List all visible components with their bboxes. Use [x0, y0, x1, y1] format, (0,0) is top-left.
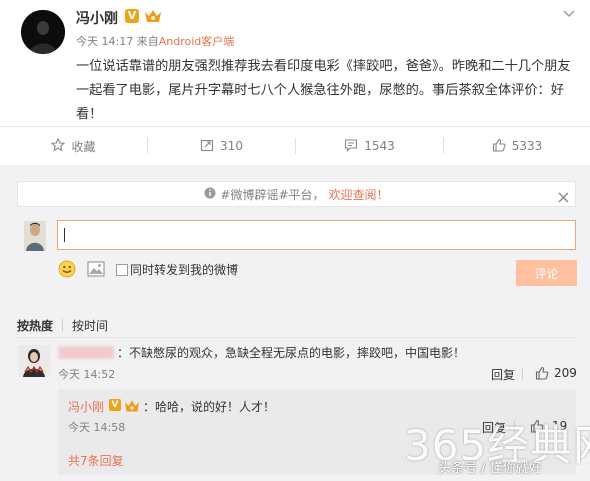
- comment-count: 1543: [364, 139, 395, 153]
- commenter-name-blurred[interactable]: [58, 346, 114, 359]
- post-meta: 今天 14:17 来自Android客户端: [76, 33, 234, 49]
- repost-count: 310: [220, 139, 243, 153]
- repost-button[interactable]: 310: [148, 127, 295, 165]
- sort-by-hot[interactable]: 按热度: [17, 317, 53, 334]
- like-button[interactable]: 5333: [444, 127, 590, 165]
- divider: [17, 337, 576, 338]
- verified-badge: V: [109, 399, 121, 411]
- vip-crown-icon: [144, 8, 162, 24]
- verified-badge: V: [125, 9, 139, 23]
- text-cursor: [64, 228, 65, 242]
- watermark-account: 头条号 / 懂你就好: [438, 461, 542, 476]
- comment-like-count: 209: [554, 366, 577, 380]
- star-icon: [51, 137, 66, 155]
- author-avatar[interactable]: [21, 10, 65, 54]
- comment-input[interactable]: [57, 220, 576, 250]
- reply-text: ：哈哈，说的好！人才！: [143, 400, 276, 414]
- author-name[interactable]: 冯小刚: [76, 8, 118, 28]
- chevron-down-icon[interactable]: [563, 4, 575, 17]
- divider: [62, 319, 63, 331]
- info-icon: [204, 187, 216, 202]
- more-replies-link[interactable]: 共7条回复: [68, 452, 124, 469]
- notice-link[interactable]: 欢迎查阅！: [329, 186, 389, 203]
- comment-icon: [344, 138, 358, 155]
- close-icon[interactable]: [558, 188, 569, 203]
- post-from: 来自: [136, 35, 159, 48]
- comment-time: 今天 14:52: [58, 368, 116, 381]
- favorite-button[interactable]: 收藏: [0, 127, 147, 165]
- repost-icon: [200, 138, 214, 155]
- reply-author[interactable]: 冯小刚: [68, 398, 104, 415]
- post-text: 一位说话靠谱的朋友强烈推荐我去看印度电彩《摔跤吧，爸爸》。昨晚和二十几个朋友一起…: [76, 59, 571, 122]
- action-bar: 收藏 310 1543 5333: [0, 126, 590, 166]
- thumbs-up-icon[interactable]: [535, 365, 549, 380]
- commenter-avatar[interactable]: [18, 345, 50, 377]
- notice-bar: #微博辟谣#平台， 欢迎查阅！: [17, 181, 576, 207]
- repost-checkbox[interactable]: [116, 264, 128, 276]
- vip-crown-icon: [124, 398, 140, 412]
- my-avatar[interactable]: [24, 221, 46, 251]
- reply-time: 今天 14:58: [68, 421, 126, 434]
- image-icon[interactable]: [87, 261, 105, 277]
- divider: [522, 368, 523, 380]
- post-time[interactable]: 今天 14:17: [76, 35, 133, 48]
- comment-reply-button[interactable]: 回复: [491, 366, 515, 383]
- like-count: 5333: [511, 139, 543, 153]
- repost-option-label[interactable]: 同时转发到我的微博: [130, 261, 238, 278]
- comment-button[interactable]: 1543: [296, 127, 443, 165]
- sort-by-time[interactable]: 按时间: [72, 317, 108, 334]
- comment-caret: [351, 157, 367, 173]
- post-source[interactable]: Android客户端: [159, 35, 235, 48]
- submit-comment-button[interactable]: 评论: [516, 260, 577, 286]
- favorite-label: 收藏: [71, 139, 96, 154]
- comment-text: ：不缺憋尿的观众，急缺全程无尿点的电影，摔跤吧，中国电影！: [117, 346, 466, 360]
- thumbs-up-icon: [492, 138, 506, 155]
- notice-text[interactable]: #微博辟谣#平台，: [220, 186, 324, 203]
- emoji-icon[interactable]: [58, 260, 76, 278]
